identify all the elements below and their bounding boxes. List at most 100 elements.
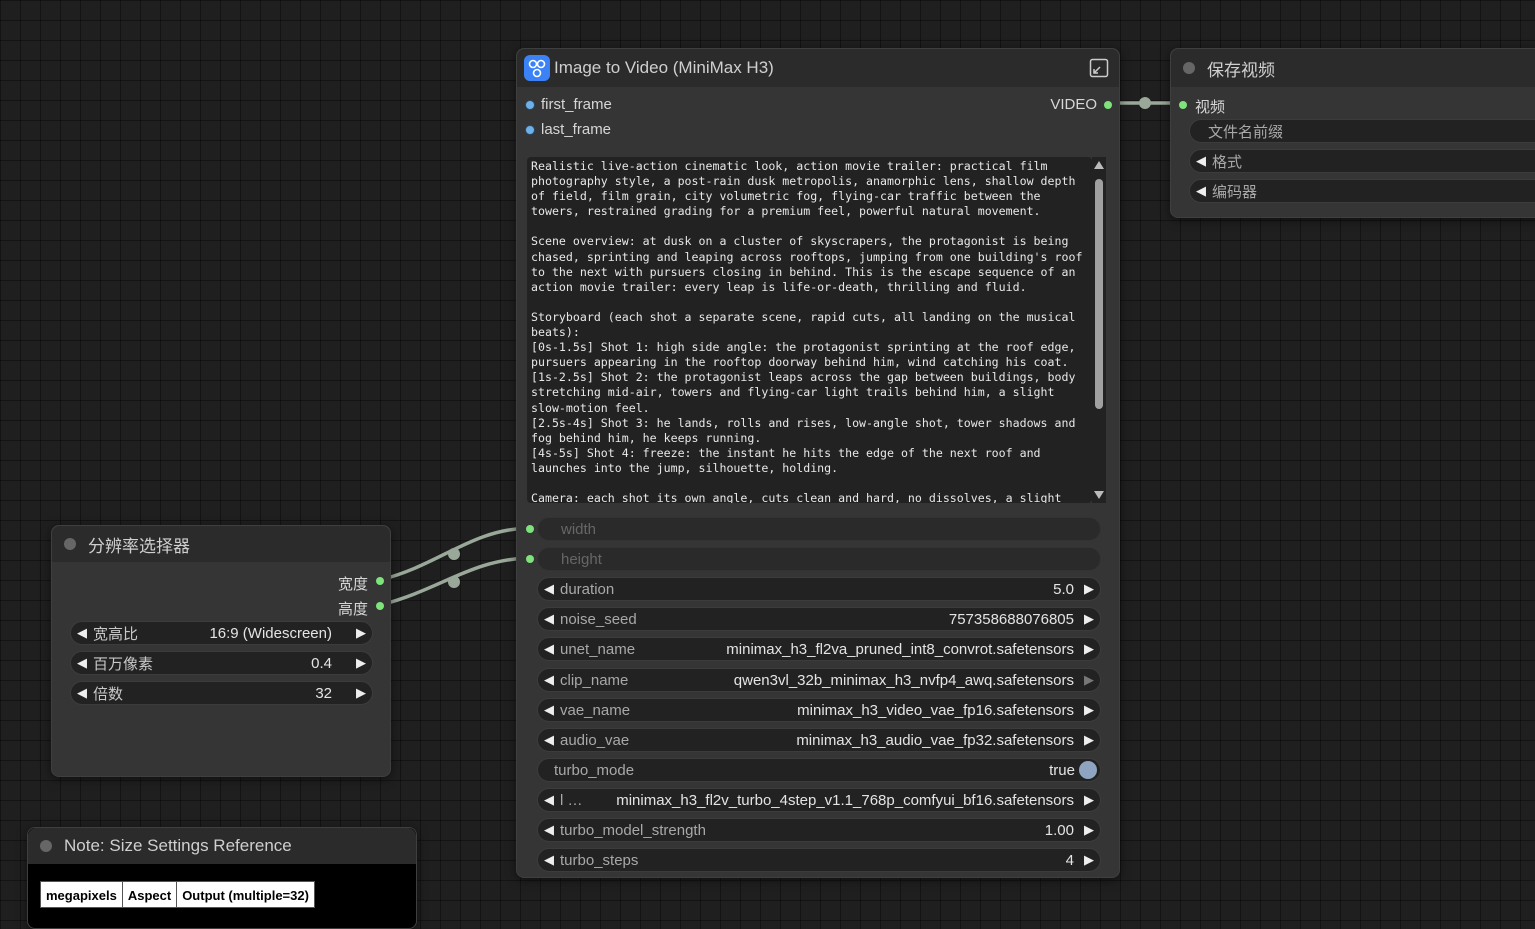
widget-value: 16:9 (Widescreen) (209, 624, 332, 642)
increment-icon[interactable]: ▶ (350, 625, 372, 641)
input-label-last-frame: last_frame (541, 121, 612, 138)
image-to-video-node[interactable]: Image to Video (MiniMax H3) first_frame … (516, 48, 1120, 878)
toggle-knob-icon[interactable] (1079, 761, 1097, 779)
widget-label: 编码器 (1212, 183, 1258, 201)
textarea-scrollbar[interactable] (1092, 157, 1106, 503)
node-header[interactable]: Image to Video (MiniMax H3) (517, 49, 1119, 87)
increment-icon[interactable]: ▶ (1078, 581, 1100, 597)
codec-widget[interactable]: ◀ 编码器 (1189, 179, 1535, 203)
increment-icon[interactable]: ▶ (350, 685, 372, 701)
decrement-icon[interactable]: ◀ (538, 732, 560, 748)
widget-value: 757358688076805 (948, 610, 1074, 628)
prompt-textarea[interactable]: Realistic live-action cinematic look, ac… (527, 157, 1092, 503)
increment-icon[interactable]: ▶ (1078, 852, 1100, 868)
increment-icon[interactable]: ▶ (1078, 672, 1100, 688)
input-slot-last-frame[interactable] (526, 126, 534, 134)
widget-label: 宽高比 (93, 625, 139, 643)
widget-value: 5.0 (1053, 580, 1074, 598)
output-label-height: 高度 (337, 601, 368, 618)
widget-value: qwen3vl_32b_minimax_h3_nvfp4_awq.safeten… (733, 671, 1074, 689)
decrement-icon[interactable]: ◀ (71, 625, 93, 641)
decrement-icon[interactable]: ◀ (1190, 153, 1212, 169)
filename-prefix-widget[interactable]: 文件名前缀 (1189, 119, 1535, 143)
widget-label: l … (560, 791, 583, 809)
output-slot-video[interactable] (1104, 101, 1112, 109)
lora-name-widget[interactable]: ◀ l … minimax_h3_fl2v_turbo_4step_v1.1_7… (537, 788, 1101, 812)
widget-label: 百万像素 (93, 655, 154, 673)
collapse-dot-icon[interactable] (40, 840, 52, 852)
increment-icon[interactable]: ▶ (1078, 792, 1100, 808)
output-slot-height[interactable] (376, 602, 384, 610)
table-header-cell: megapixels (40, 881, 123, 908)
unet-name-widget[interactable]: ◀ unet_name minimax_h3_fl2va_pruned_int8… (537, 637, 1101, 661)
widget-label: height (561, 550, 602, 568)
scrollbar-thumb[interactable] (1095, 179, 1103, 409)
workflow-icon (524, 55, 550, 81)
turbo-model-strength-widget[interactable]: ◀ turbo_model_strength 1.00 ▶ (537, 818, 1101, 842)
vae-name-widget[interactable]: ◀ vae_name minimax_h3_video_vae_fp16.saf… (537, 698, 1101, 722)
increment-icon[interactable]: ▶ (1078, 641, 1100, 657)
widget-value: 1.00 (1044, 821, 1074, 839)
input-label-first-frame: first_frame (541, 96, 612, 113)
turbo-mode-toggle[interactable]: turbo_mode true (537, 758, 1101, 782)
widget-value: 32 (315, 684, 332, 702)
decrement-icon[interactable]: ◀ (538, 792, 560, 808)
format-widget[interactable]: ◀ 格式 (1189, 149, 1535, 173)
increment-icon[interactable]: ▶ (1078, 611, 1100, 627)
scroll-up-icon[interactable] (1094, 161, 1104, 169)
input-slot-first-frame[interactable] (526, 101, 534, 109)
input-slot-video[interactable] (1179, 101, 1187, 109)
output-label-video: VIDEO (1050, 96, 1097, 113)
audio-vae-widget[interactable]: ◀ audio_vae minimax_h3_audio_vae_fp32.sa… (537, 728, 1101, 752)
decrement-icon[interactable]: ◀ (538, 702, 560, 718)
input-slot-width[interactable] (526, 525, 534, 533)
decrement-icon[interactable]: ◀ (1190, 183, 1212, 199)
node-title: Image to Video (MiniMax H3) (554, 58, 774, 77)
table-header-row: megapixels Aspect Output (multiple=32) (40, 881, 315, 908)
decrement-icon[interactable]: ◀ (538, 641, 560, 657)
noise-seed-widget[interactable]: ◀ noise_seed 757358688076805 ▶ (537, 607, 1101, 631)
increment-icon[interactable]: ▶ (1078, 732, 1100, 748)
height-widget[interactable]: height (537, 547, 1101, 571)
widget-label: clip_name (560, 671, 629, 689)
clip-name-widget[interactable]: ◀ clip_name qwen3vl_32b_minimax_h3_nvfp4… (537, 668, 1101, 692)
node-header[interactable]: 保存视频 (1171, 49, 1535, 87)
decrement-icon[interactable]: ◀ (538, 581, 560, 597)
link-width (379, 526, 529, 582)
widget-label: width (561, 520, 597, 538)
widget-label: vae_name (560, 701, 631, 719)
decrement-icon[interactable]: ◀ (71, 685, 93, 701)
increment-icon[interactable]: ▶ (1078, 702, 1100, 718)
expand-icon[interactable] (1089, 58, 1109, 78)
output-label-width: 宽度 (337, 576, 368, 593)
aspect-ratio-widget[interactable]: ◀ 宽高比 16:9 (Widescreen) ▶ (70, 621, 373, 645)
node-header[interactable]: Note: Size Settings Reference (28, 828, 416, 864)
increment-icon[interactable]: ▶ (1078, 822, 1100, 838)
resolution-selector-node[interactable]: 分辨率选择器 宽度 高度 ◀ 宽高比 16:9 (Widescreen) ▶ ◀… (51, 525, 391, 777)
width-widget[interactable]: width (537, 517, 1101, 541)
output-slot-width[interactable] (376, 577, 384, 585)
input-slot-height[interactable] (526, 555, 534, 563)
save-video-node[interactable]: 保存视频 视频 文件名前缀 ◀ 格式 ◀ 编码器 (1170, 48, 1535, 218)
decrement-icon[interactable]: ◀ (538, 852, 560, 868)
multiple-widget[interactable]: ◀ 倍数 32 ▶ (70, 681, 373, 705)
widget-label: turbo_model_strength (560, 821, 706, 839)
duration-widget[interactable]: ◀ duration 5.0 ▶ (537, 577, 1101, 601)
table-header-cell: Aspect (121, 881, 178, 908)
decrement-icon[interactable]: ◀ (538, 672, 560, 688)
turbo-steps-widget[interactable]: ◀ turbo_steps 4 ▶ (537, 848, 1101, 872)
scroll-down-icon[interactable] (1094, 491, 1104, 499)
widget-value: minimax_h3_audio_vae_fp32.safetensors (796, 731, 1074, 749)
decrement-icon[interactable]: ◀ (538, 611, 560, 627)
size-reference-table: megapixels Aspect Output (multiple=32) (40, 881, 315, 908)
note-node[interactable]: Note: Size Settings Reference megapixels… (27, 827, 417, 929)
node-title: 保存视频 (1207, 60, 1275, 80)
decrement-icon[interactable]: ◀ (538, 822, 560, 838)
collapse-dot-icon[interactable] (64, 538, 76, 550)
widget-label: noise_seed (560, 610, 637, 628)
increment-icon[interactable]: ▶ (350, 655, 372, 671)
megapixels-widget[interactable]: ◀ 百万像素 0.4 ▶ (70, 651, 373, 675)
collapse-dot-icon[interactable] (1183, 62, 1195, 74)
decrement-icon[interactable]: ◀ (71, 655, 93, 671)
node-header[interactable]: 分辨率选择器 (52, 526, 390, 562)
